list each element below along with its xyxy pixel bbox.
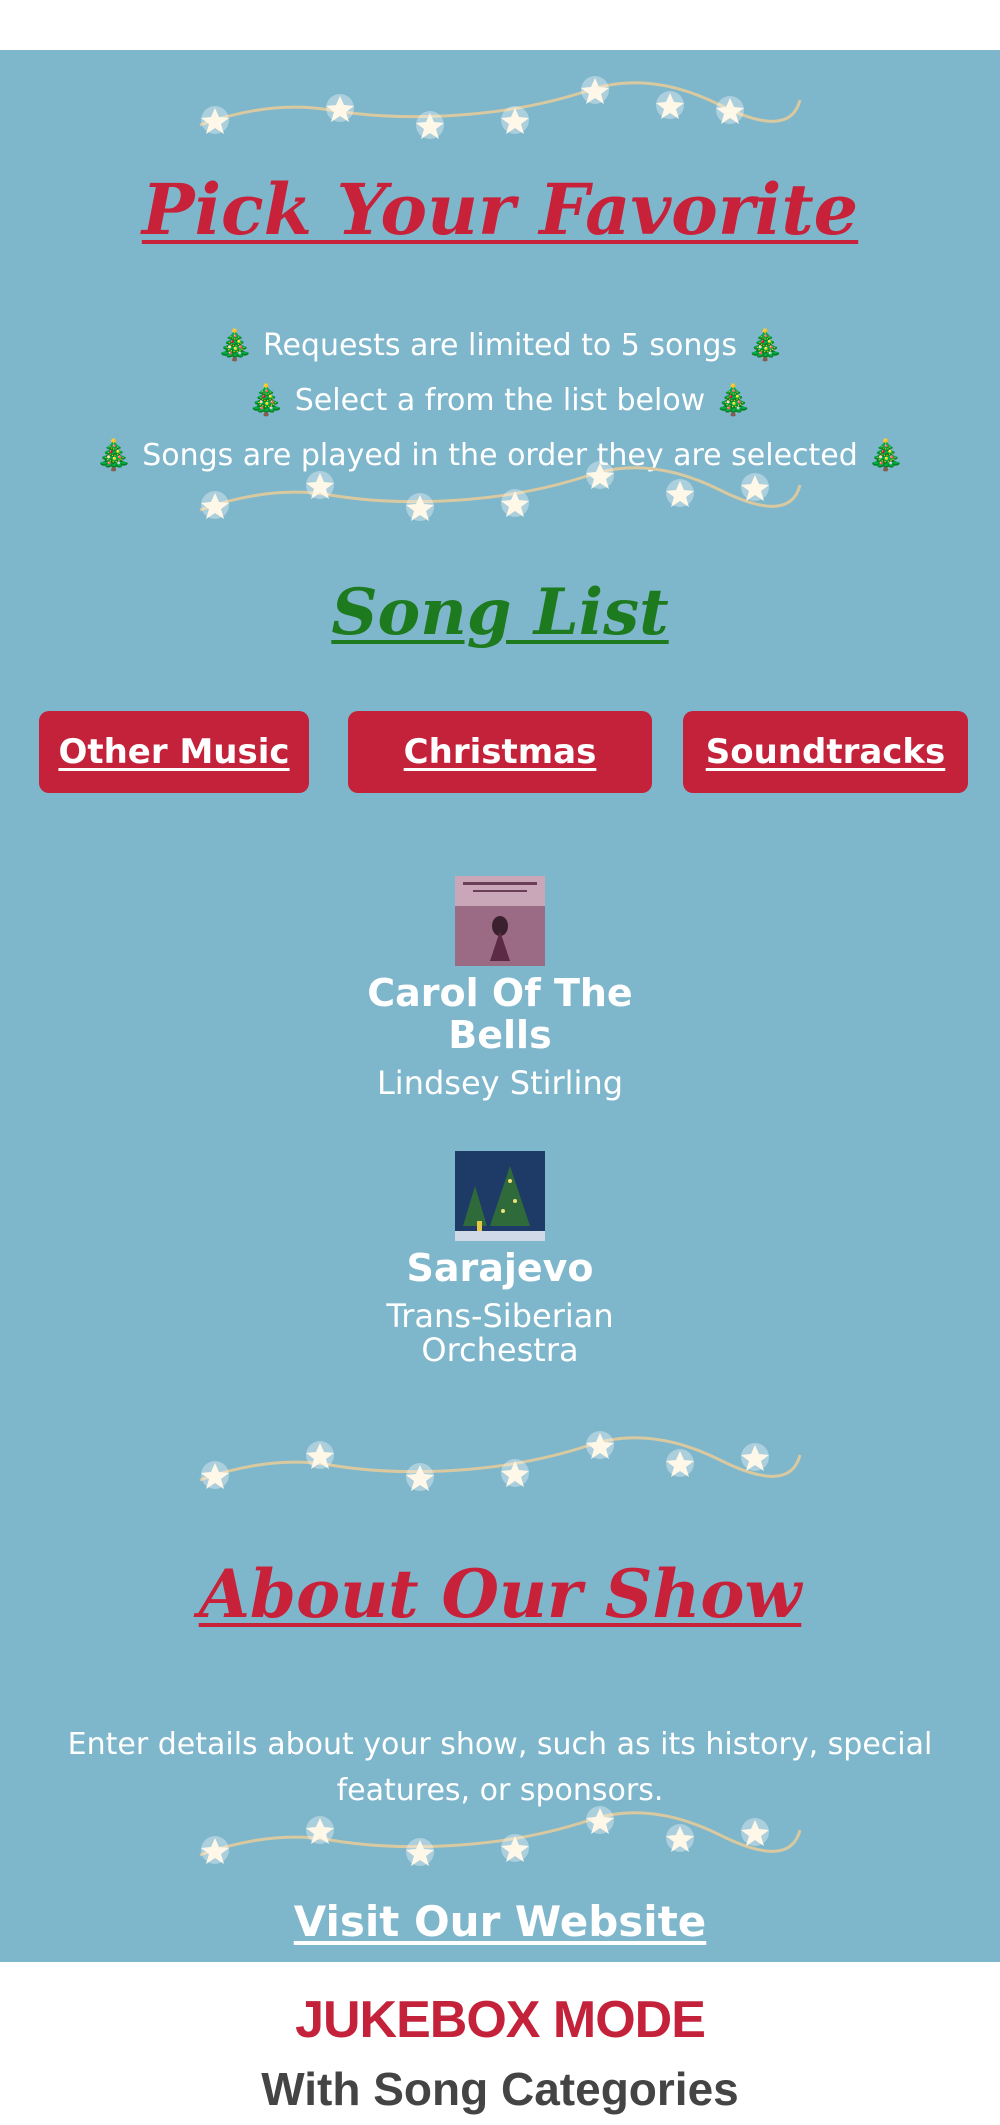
- christmas-tree-icon: 🎄: [247, 383, 286, 418]
- song-request-panel: Pick Your Favorite 🎄 Requests are limite…: [0, 50, 1000, 1962]
- song-item[interactable]: Carol Of The Bells Lindsey Stirling: [350, 876, 650, 1100]
- rule-text: Select a from the list below: [294, 383, 706, 418]
- song-title: Sarajevo: [406, 1246, 594, 1290]
- song-title: Carol Of The Bells: [367, 971, 633, 1057]
- page-title: Pick Your Favorite: [141, 168, 859, 251]
- song-list-title: Song List: [331, 575, 669, 650]
- footer: JUKEBOX MODE With Song Categories: [0, 1962, 1000, 2125]
- christmas-tree-icon: 🎄: [95, 438, 133, 473]
- top-strip: [0, 0, 1000, 50]
- christmas-tree-icon: 🎄: [867, 438, 905, 473]
- footer-subtitle: With Song Categories: [261, 2063, 739, 2115]
- string-lights-decoration-4: [190, 1790, 810, 1880]
- visit-website-link[interactable]: Visit Our Website: [0, 1897, 1000, 1946]
- rule-text: Requests are limited to 5 songs: [262, 328, 738, 363]
- category-button-other-music[interactable]: Other Music: [39, 711, 309, 793]
- string-lights-decoration-3: [190, 1415, 810, 1505]
- song-item[interactable]: Sarajevo Trans-Siberian Orchestra: [350, 1151, 650, 1367]
- category-button-christmas[interactable]: Christmas: [348, 711, 652, 793]
- song-artist: Trans-Siberian Orchestra: [386, 1297, 614, 1369]
- album-cover-image[interactable]: [455, 876, 545, 966]
- song-artist: Lindsey Stirling: [376, 1064, 624, 1102]
- footer-brand: JUKEBOX MODE: [295, 1991, 706, 2049]
- category-button-soundtracks[interactable]: Soundtracks: [683, 711, 968, 793]
- christmas-tree-icon: 🎄: [746, 328, 784, 363]
- rule-item: 🎄 Select a from the list below 🎄: [0, 373, 1000, 428]
- rule-item: 🎄 Requests are limited to 5 songs 🎄: [0, 318, 1000, 373]
- christmas-tree-icon: 🎄: [216, 328, 254, 363]
- about-title: About Our Show: [198, 1555, 802, 1633]
- string-lights-decoration-2: [190, 445, 810, 535]
- string-lights-decoration-1: [190, 60, 810, 150]
- christmas-tree-icon: 🎄: [714, 383, 753, 418]
- album-cover-image[interactable]: [455, 1151, 545, 1241]
